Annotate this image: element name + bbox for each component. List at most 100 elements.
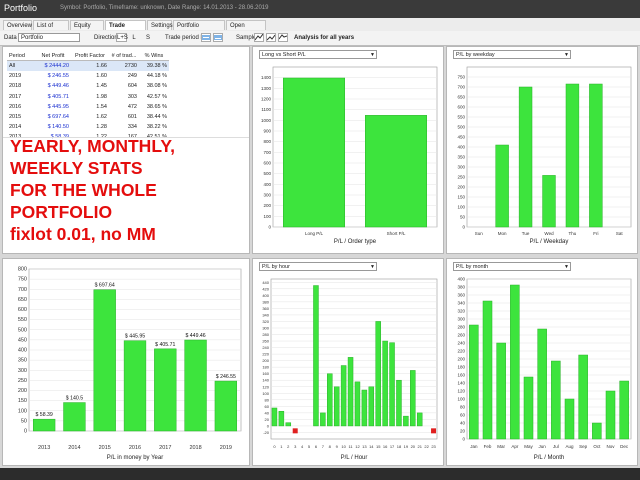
cell-net-profit: $ 445.95 xyxy=(47,103,69,110)
header-trades[interactable]: # of trad... xyxy=(109,51,139,61)
y-tick-label: 650 xyxy=(18,297,27,303)
table-row[interactable]: 2015 $ 697.64 1.62 601 38.44 % xyxy=(7,112,169,122)
table-row[interactable]: 2016 $ 445.95 1.54 472 38.65 % xyxy=(7,102,169,112)
y-tick-label: 250 xyxy=(457,175,465,180)
x-tick-label: 8 xyxy=(329,444,332,449)
table-row[interactable]: 2014 $ 140.50 1.28 334 38.22 % xyxy=(7,122,169,132)
y-tick-label: 40 xyxy=(460,421,466,426)
direction-short-button[interactable]: S xyxy=(143,33,153,42)
y-tick-label: 140 xyxy=(457,381,465,386)
y-tick-label: 300 xyxy=(18,368,27,374)
tab-trade-analysis[interactable]: Trade analysis xyxy=(105,20,146,39)
status-bar xyxy=(0,468,640,480)
x-tick-label: 2013 xyxy=(38,445,50,451)
x-tick-label: 7 xyxy=(322,444,325,449)
y-tick-label: 150 xyxy=(457,195,465,200)
tab-overview[interactable]: Overview xyxy=(3,20,32,30)
x-tick-label: 19 xyxy=(404,444,409,449)
y-tick-label: 200 xyxy=(262,358,269,363)
y-tick-label: 240 xyxy=(457,341,465,346)
y-tick-label: 200 xyxy=(457,357,465,362)
cell-profit-factor: 1.98 xyxy=(96,93,107,100)
sample-in-icon[interactable] xyxy=(254,33,264,42)
bar xyxy=(347,357,354,427)
weekday-combo[interactable]: P/L by weekday ▼ xyxy=(453,50,571,59)
y-tick-label: 750 xyxy=(457,75,465,80)
bar xyxy=(382,340,388,427)
x-tick-label: Oct xyxy=(593,444,601,449)
cell-wins: 38.65 % xyxy=(146,103,167,110)
tab-equity-chart[interactable]: Equity chart xyxy=(70,20,104,39)
tab-open-balances[interactable]: Open balances xyxy=(226,20,266,39)
y-tick-label: 450 xyxy=(18,337,27,343)
period-close-icon[interactable] xyxy=(213,33,223,42)
cell-profit-factor: 1.45 xyxy=(96,83,107,90)
table-row[interactable]: 2017 $ 405.71 1.98 303 42.57 % xyxy=(7,92,169,102)
x-tick-label: 0 xyxy=(273,444,276,449)
x-tick-label: Mar xyxy=(497,444,505,449)
y-tick-label: 500 xyxy=(18,327,27,333)
table-row[interactable]: All $ 2444.20 1.66 2730 39.38 % xyxy=(7,60,169,72)
cell-profit-factor: 1.66 xyxy=(71,60,109,72)
header-wins[interactable]: % Wins xyxy=(139,51,169,61)
tab-settings[interactable]: Settings xyxy=(147,20,173,30)
tab-portfolio-correlation[interactable]: Portfolio correlation xyxy=(173,20,225,39)
data-select-value: Portfolio xyxy=(21,35,44,41)
month-combo[interactable]: P/L by month ▼ xyxy=(453,262,571,271)
cell-wins: 42.57 % xyxy=(146,93,167,100)
y-tick-label: 500 xyxy=(457,125,465,130)
period-open-icon[interactable] xyxy=(201,33,211,42)
x-tick-label: Long P/L xyxy=(305,231,324,236)
x-tick-label: Mon xyxy=(498,231,507,236)
order-type-combo[interactable]: Long vs Short P/L ▼ xyxy=(259,50,377,59)
x-tick-label: 2017 xyxy=(159,445,171,451)
y-tick-label: 380 xyxy=(262,299,269,304)
bar xyxy=(578,354,588,440)
bar xyxy=(375,321,381,427)
direction-long-short-button[interactable]: L+S xyxy=(116,33,128,42)
bar-data-label: $ 140.5 xyxy=(66,396,83,402)
overlay-line: fixlot 0.01, no MM xyxy=(10,224,156,244)
bar-data-label: $ 449.46 xyxy=(185,333,205,339)
y-tick-label: 200 xyxy=(457,185,465,190)
y-tick-label: 180 xyxy=(457,365,465,370)
sample-out-icon[interactable] xyxy=(266,33,276,42)
y-tick-label: 0 xyxy=(462,437,465,442)
x-tick-label: 10 xyxy=(341,444,346,449)
bar-data-label: $ 445.95 xyxy=(125,334,145,340)
x-tick-label: Sun xyxy=(475,231,484,236)
bar xyxy=(542,175,556,228)
bar xyxy=(589,83,603,228)
x-tick-label: Sat xyxy=(616,231,624,236)
x-tick-label: Nov xyxy=(606,444,615,449)
y-tick-label: 300 xyxy=(457,165,465,170)
table-row[interactable]: 2019 $ 246.55 1.60 249 44.18 % xyxy=(7,71,169,81)
x-tick-label: 1 xyxy=(280,444,283,449)
y-tick-label: 350 xyxy=(457,155,465,160)
x-tick-label: 23 xyxy=(431,444,436,449)
x-tick-label: 2015 xyxy=(99,445,111,451)
bar xyxy=(619,380,629,440)
overlay-line: PORTFOLIO xyxy=(10,202,113,222)
data-select[interactable]: Portfolio xyxy=(18,33,80,42)
bar-data-label: $ 246.55 xyxy=(216,374,236,380)
direction-long-button[interactable]: L xyxy=(129,33,139,42)
y-tick-label: 60 xyxy=(265,404,270,409)
sample-all-icon[interactable] xyxy=(278,33,288,42)
y-tick-label: 400 xyxy=(18,348,27,354)
tab-list-of-trades[interactable]: List of trades xyxy=(33,20,69,39)
cell-period: 2015 xyxy=(9,114,22,121)
y-tick-label: 340 xyxy=(262,312,269,317)
bar xyxy=(496,342,506,440)
y-tick-label: 200 xyxy=(18,388,27,394)
header-profit-factor[interactable]: Profit Factor xyxy=(71,51,109,61)
table-row[interactable]: 2018 $ 449.46 1.45 604 38.08 % xyxy=(7,81,169,91)
header-net-profit[interactable]: Net Profit xyxy=(35,51,71,61)
x-tick-label: Apr xyxy=(511,444,519,449)
x-tick-label: Thu xyxy=(569,231,577,236)
hour-combo[interactable]: P/L by hour ▼ xyxy=(259,262,377,271)
y-tick-label: 160 xyxy=(262,371,269,376)
header-period[interactable]: Period xyxy=(7,51,35,61)
bar xyxy=(389,342,395,427)
y-tick-label: 600 xyxy=(457,105,465,110)
